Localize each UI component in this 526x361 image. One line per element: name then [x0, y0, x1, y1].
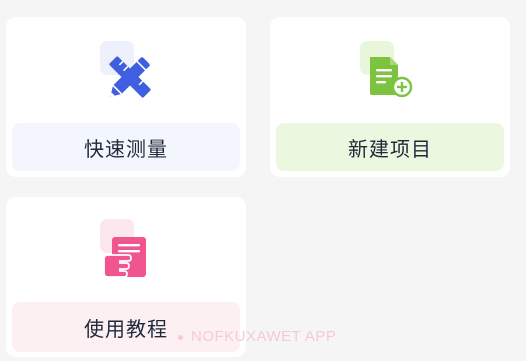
new-project-label-bar[interactable]: 新建项目: [276, 123, 504, 171]
tutorial-label: 使用教程: [84, 316, 168, 341]
watermark-text: NOFKUXAWET APP: [191, 328, 337, 345]
home-grid: 快速测量 新建项目 使用教程 NOFKUXAWET APP: [0, 0, 526, 361]
quick-measure-label-bar[interactable]: 快速测量: [12, 123, 240, 171]
quick-measure-card[interactable]: 快速测量: [6, 17, 246, 177]
ruler-pencil-icon: [94, 37, 158, 101]
new-project-card[interactable]: 新建项目: [270, 17, 510, 177]
quick-measure-label: 快速测量: [84, 136, 168, 161]
tutorial-document-icon: [94, 217, 158, 281]
new-document-icon: [358, 37, 422, 101]
new-project-label: 新建项目: [348, 136, 432, 161]
app-watermark: NOFKUXAWET APP: [178, 328, 336, 345]
watermark-dot-icon: [178, 334, 183, 340]
